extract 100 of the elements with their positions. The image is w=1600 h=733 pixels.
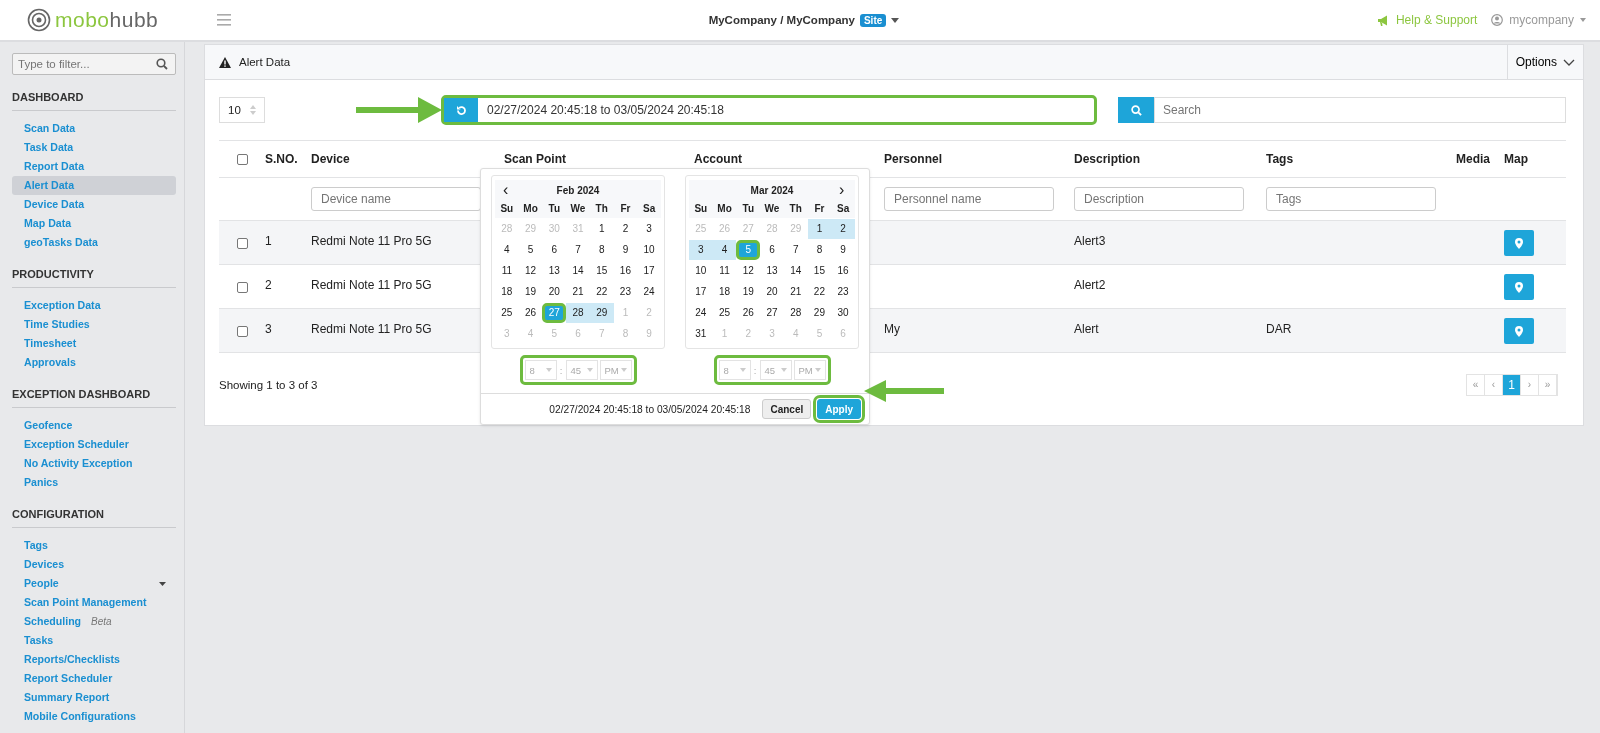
calendar-day[interactable]: 4 <box>495 239 519 260</box>
calendar-day[interactable]: 17 <box>689 281 713 302</box>
page-size-select[interactable]: 10 <box>219 97 265 123</box>
weekday-label: Mo <box>716 202 733 216</box>
range-text: 02/27/2024 20:45:18 to 03/05/2024 20:45:18 <box>549 403 751 415</box>
map-pin-icon <box>1515 325 1523 337</box>
checkbox[interactable] <box>236 282 248 293</box>
calendar-day[interactable]: 30 <box>831 302 855 323</box>
calendar-day[interactable]: 12 <box>736 260 761 281</box>
calendar-day[interactable]: 1 <box>807 218 832 239</box>
calendar-day[interactable]: 25 <box>712 302 737 323</box>
calendar-day[interactable]: 24 <box>689 302 713 323</box>
calendar-day[interactable]: 10 <box>637 239 661 260</box>
weekday-label: We <box>763 202 781 216</box>
calendar-day[interactable]: 26 <box>518 302 543 323</box>
calendar-day[interactable]: 27 <box>760 302 784 323</box>
calendar-day[interactable]: 28 <box>566 302 590 323</box>
calendar-day[interactable]: 9 <box>831 239 855 260</box>
search-button[interactable] <box>1118 97 1154 123</box>
calendar-day[interactable]: 26 <box>736 302 761 323</box>
calendar-day[interactable]: 19 <box>736 281 761 302</box>
filter-field[interactable]: Device name <box>311 187 481 211</box>
calendar-day[interactable]: 22 <box>589 281 614 302</box>
refresh-button[interactable] <box>444 98 478 122</box>
calendar-day[interactable]: 14 <box>566 260 590 281</box>
showing-text: Showing 1 to 3 of 3 <box>219 379 318 391</box>
table-cell-text: Alert2 <box>1074 278 1107 292</box>
calendar-day[interactable]: 9 <box>613 239 638 260</box>
calendar-day[interactable]: 16 <box>831 260 855 281</box>
calendar-day[interactable]: 21 <box>783 281 808 302</box>
calendar-day[interactable]: 18 <box>495 281 519 302</box>
map-button[interactable] <box>1504 274 1534 300</box>
calendar-day[interactable]: 8 <box>807 239 832 260</box>
calendar-day[interactable]: 2 <box>613 218 638 239</box>
calendar-day[interactable]: 4 <box>712 239 737 260</box>
company-selector[interactable]: MyCompany / MyCompany <box>708 14 855 26</box>
checkbox[interactable] <box>236 153 248 165</box>
map-button[interactable] <box>1504 230 1534 256</box>
calendar-day[interactable]: 11 <box>712 260 737 281</box>
calendar-day[interactable]: 29 <box>589 302 614 323</box>
calendar-day[interactable]: 8 <box>589 239 614 260</box>
map-button[interactable] <box>1504 318 1534 344</box>
site-badge: Site <box>859 13 887 27</box>
checkbox[interactable] <box>236 238 248 249</box>
calendar-day[interactable]: 7 <box>783 239 808 260</box>
filter-field[interactable]: Personnel name <box>884 187 1054 211</box>
previous-month-button[interactable]: ‹ <box>503 181 509 198</box>
calendar-day[interactable]: 15 <box>589 260 614 281</box>
calendar-day[interactable]: 6 <box>542 239 567 260</box>
weekday-label: Tu <box>547 202 561 216</box>
calendar-day[interactable]: 10 <box>689 260 713 281</box>
filter-field[interactable]: Type to filter... <box>12 53 176 75</box>
calendar-day[interactable]: 25 <box>495 302 519 323</box>
column-header: Device <box>311 152 351 166</box>
table-cell-text: 2 <box>265 278 273 292</box>
column-header: Account <box>694 152 743 166</box>
menu-icon[interactable] <box>217 14 231 26</box>
calendar-day[interactable]: 31 <box>689 323 713 344</box>
logo-text: mobohubb <box>55 8 159 32</box>
calendar-day[interactable]: 13 <box>760 260 784 281</box>
next-month-button[interactable]: › <box>839 181 845 198</box>
caret-icon[interactable] <box>891 17 900 23</box>
calendar-day[interactable]: 18 <box>712 281 737 302</box>
filter-field[interactable]: Description <box>1074 187 1244 211</box>
calendar-day[interactable]: 17 <box>637 260 661 281</box>
calendar-day[interactable]: 1 <box>589 218 614 239</box>
calendar-day[interactable]: 3 <box>637 218 661 239</box>
filter-field[interactable]: Tags <box>1266 187 1436 211</box>
table-cell-text: 3 <box>265 322 273 336</box>
calendar-day[interactable]: 24 <box>637 281 661 302</box>
sidebar-item[interactable]: Scheduling Beta <box>12 612 176 631</box>
calendar-day[interactable]: 11 <box>495 260 519 281</box>
calendar-day[interactable]: 2 <box>831 218 855 239</box>
calendar-day[interactable]: 16 <box>613 260 638 281</box>
calendar-day[interactable]: 21 <box>566 281 590 302</box>
calendar-day[interactable]: 7 <box>566 239 590 260</box>
calendar-day[interactable]: 28 <box>783 302 808 323</box>
calendar-day[interactable]: 29 <box>807 302 832 323</box>
calendar-day[interactable]: 20 <box>760 281 784 302</box>
search-field[interactable]: Search <box>1154 97 1566 123</box>
user-icon <box>1491 14 1504 26</box>
calendar-day[interactable]: 23 <box>831 281 855 302</box>
calendar-day[interactable]: 19 <box>518 281 543 302</box>
calendar-day[interactable]: 23 <box>613 281 638 302</box>
calendar-day[interactable]: 15 <box>807 260 832 281</box>
calendar-day[interactable]: 5 <box>518 239 543 260</box>
calendar-day[interactable]: 14 <box>783 260 808 281</box>
calendar-day[interactable]: 3 <box>689 239 713 260</box>
weekday-label: Fr <box>619 202 632 216</box>
calendar-day[interactable]: 12 <box>518 260 543 281</box>
calendar-day[interactable]: 20 <box>542 281 567 302</box>
calendar-day[interactable]: 13 <box>542 260 567 281</box>
checkbox[interactable] <box>236 326 248 337</box>
weekday-label: Sa <box>642 202 657 216</box>
options-button[interactable]: Options <box>1506 45 1583 79</box>
calendar-day[interactable]: 22 <box>807 281 832 302</box>
calendar-day[interactable]: 6 <box>760 239 784 260</box>
cancel-button[interactable]: Cancel <box>762 399 812 419</box>
section-title: EXCEPTION DASHBOARD <box>12 388 176 408</box>
date-range-field[interactable]: 02/27/2024 20:45:18 to 03/05/2024 20:45:18 <box>441 95 1097 125</box>
